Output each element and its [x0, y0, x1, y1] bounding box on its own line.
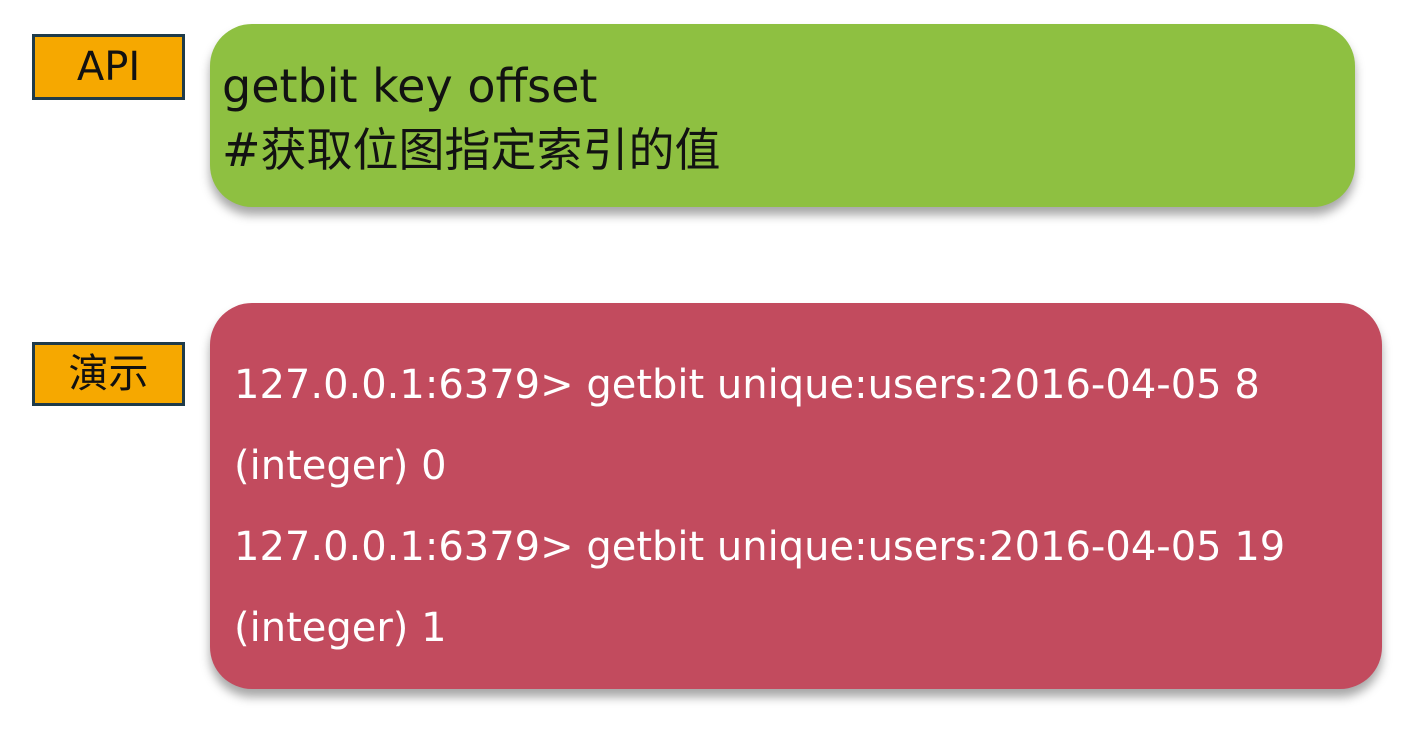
api-command: getbit key offset	[222, 59, 598, 113]
api-tag: API	[32, 34, 185, 100]
api-card: getbit key offset #获取位图指定索引的值	[210, 24, 1355, 207]
demo-line: 127.0.0.1:6379> getbit unique:users:2016…	[234, 524, 1286, 570]
demo-tag-label: 演示	[68, 351, 149, 397]
api-tag-label: API	[76, 44, 141, 90]
demo-tag: 演示	[32, 342, 185, 406]
demo-line: (integer) 1	[234, 605, 447, 651]
demo-line: 127.0.0.1:6379> getbit unique:users:2016…	[234, 362, 1260, 408]
api-description: #获取位图指定索引的值	[222, 123, 721, 177]
demo-card: 127.0.0.1:6379> getbit unique:users:2016…	[210, 303, 1382, 689]
demo-line: (integer) 0	[234, 443, 447, 489]
